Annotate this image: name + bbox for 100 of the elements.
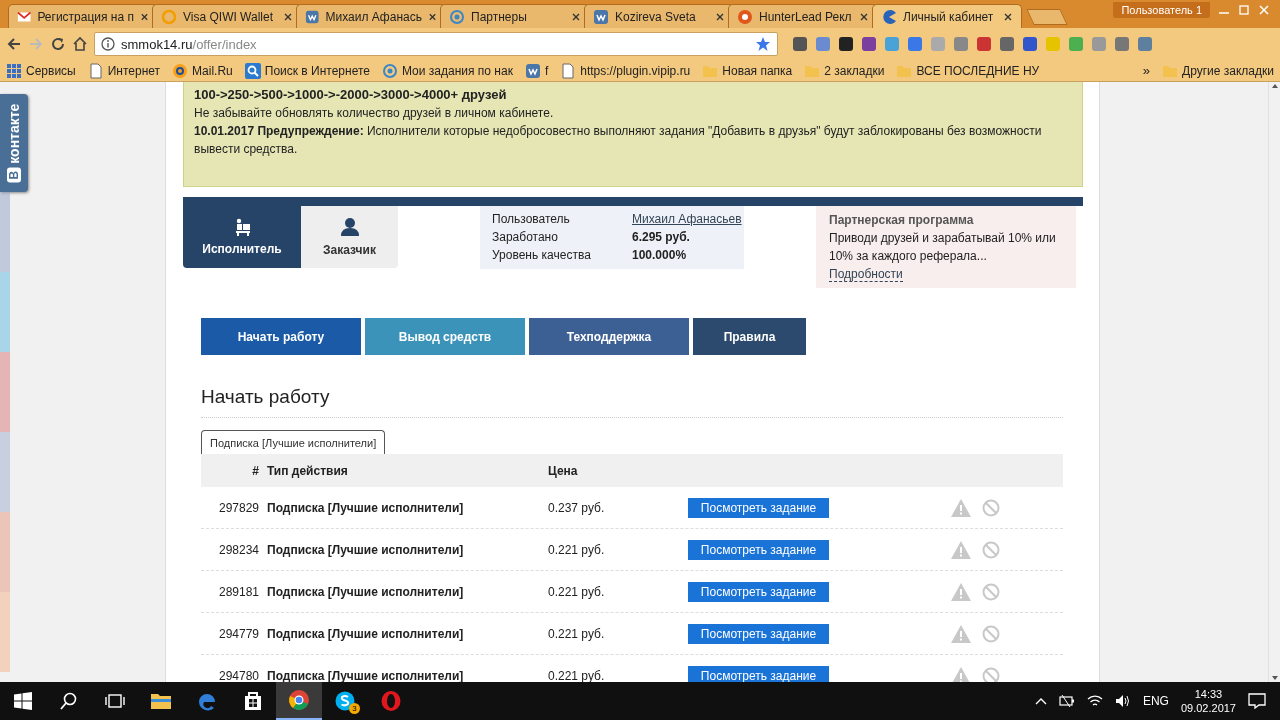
partner-title: Партнерская программа bbox=[829, 212, 975, 229]
account-value: 100.000% bbox=[632, 247, 688, 264]
bookmark-link[interactable]: Сервисы bbox=[26, 63, 76, 78]
battery-icon[interactable] bbox=[1058, 694, 1075, 708]
nav-button[interactable]: Начать работу bbox=[201, 318, 361, 355]
role-tab[interactable]: Заказчик bbox=[301, 206, 398, 268]
wifi-icon[interactable] bbox=[1086, 694, 1103, 708]
close-icon[interactable] bbox=[1003, 11, 1013, 22]
windows-start-icon[interactable] bbox=[14, 692, 32, 710]
bookmark-link[interactable]: Mail.Ru bbox=[192, 63, 233, 78]
notifications-icon[interactable] bbox=[1248, 693, 1266, 709]
tab-title: HunterLead Рекл bbox=[759, 9, 853, 24]
account-label: Заработано bbox=[492, 229, 559, 246]
details-link[interactable]: Подробности bbox=[829, 267, 903, 282]
ring-icon bbox=[161, 8, 177, 25]
target-icon bbox=[449, 8, 465, 25]
notice-text: Не забывайте обновлять количество друзей в личном кабинете. bbox=[194, 105, 555, 122]
close-icon[interactable] bbox=[715, 11, 725, 22]
role-tab[interactable]: Исполнитель bbox=[183, 205, 301, 268]
chevron-up-icon[interactable] bbox=[1034, 696, 1047, 706]
home-icon[interactable] bbox=[72, 36, 88, 52]
view-task-button[interactable]: Посмотреть задание bbox=[688, 539, 829, 560]
tab-title: Личный кабинет bbox=[903, 9, 995, 24]
profile-button[interactable]: Пользователь 1 bbox=[1113, 2, 1210, 18]
vk-icon bbox=[593, 8, 609, 25]
star-icon[interactable] bbox=[755, 36, 771, 52]
task-id: 297829 bbox=[217, 500, 260, 515]
browser-tab[interactable]: Личный кабинет bbox=[872, 4, 1022, 28]
bookmark-link[interactable]: ВСЕ ПОСЛЕДНИЕ НУ bbox=[916, 63, 1040, 78]
task-type: Подписка [Лучшие исполнители] bbox=[267, 500, 465, 515]
task-type: Подписка [Лучшие исполнители] bbox=[267, 668, 465, 682]
nav-button[interactable]: Правила bbox=[693, 318, 806, 355]
task-id: 289181 bbox=[217, 584, 260, 599]
tab-title: Михаил Афанась bbox=[325, 9, 422, 24]
social-label: контакте bbox=[6, 103, 22, 164]
category-tab[interactable]: Подписка [Лучшие исполнители] bbox=[201, 430, 386, 454]
account-label: Уровень качества bbox=[492, 247, 592, 264]
scrollbar[interactable] bbox=[1268, 82, 1280, 682]
bookmark-link[interactable]: Поиск в Интернете bbox=[264, 63, 370, 78]
close-icon[interactable] bbox=[427, 11, 437, 22]
address-bar[interactable]: smmok14.ru/offer/index bbox=[94, 32, 778, 56]
view-task-button[interactable]: Посмотреть задание bbox=[688, 665, 829, 682]
notice-text: 100->250->500->1000->-2000->3000->4000+ друзей bbox=[194, 86, 508, 104]
view-task-button[interactable]: Посмотреть задание bbox=[688, 581, 829, 602]
task-id: 298234 bbox=[217, 542, 260, 557]
search-icon bbox=[244, 62, 261, 79]
new-tab-button[interactable] bbox=[1026, 9, 1068, 25]
info-icon[interactable] bbox=[101, 37, 115, 51]
task-type: Подписка [Лучшие исполнители] bbox=[267, 626, 465, 641]
task-type: Подписка [Лучшие исполнители] bbox=[267, 542, 465, 557]
bookmark-link[interactable]: Другие закладки bbox=[1182, 63, 1274, 78]
skype-icon[interactable] bbox=[334, 690, 356, 712]
opera-icon[interactable] bbox=[380, 690, 402, 712]
column-header: Тип действия bbox=[267, 463, 349, 478]
page-icon bbox=[560, 62, 577, 79]
column-header: Цена bbox=[548, 463, 579, 478]
task-price: 0.221 руб. bbox=[548, 542, 606, 557]
extension-icon[interactable] bbox=[838, 36, 854, 52]
close-icon[interactable] bbox=[859, 11, 869, 22]
task-type: Подписка [Лучшие исполнители] bbox=[267, 584, 465, 599]
vk-icon bbox=[524, 62, 541, 79]
bookmark-link[interactable]: Интернет bbox=[107, 63, 161, 78]
task-view-icon[interactable] bbox=[105, 693, 125, 709]
bookmark-link[interactable]: https://plugin.vipip.ru bbox=[580, 63, 691, 78]
store-bag-icon[interactable] bbox=[242, 690, 264, 712]
tab-title: Visa QIWI Wallet bbox=[183, 9, 275, 24]
more-bookmarks-button[interactable]: » bbox=[1142, 63, 1151, 78]
bookmark-link[interactable]: 2 закладки bbox=[824, 63, 885, 78]
bookmark-link[interactable]: Мои задания по нак bbox=[401, 63, 513, 78]
clock[interactable]: 14:33 09.02.2017 bbox=[1180, 687, 1236, 715]
extension-icon[interactable] bbox=[861, 36, 877, 52]
bookmark-link[interactable]: Новая папка bbox=[722, 63, 793, 78]
view-task-button[interactable]: Посмотреть задание bbox=[688, 623, 829, 644]
at-icon bbox=[172, 62, 189, 79]
search-icon[interactable] bbox=[60, 692, 78, 710]
chrome-icon[interactable] bbox=[288, 689, 310, 711]
account-label: Пользователь bbox=[492, 211, 571, 228]
speaker-icon[interactable] bbox=[1114, 694, 1131, 708]
section-title: Начать работу bbox=[201, 386, 1063, 418]
back-arrow-icon[interactable] bbox=[6, 36, 22, 52]
tab-title: Регистрация на п bbox=[37, 9, 134, 24]
notification-badge: 3 bbox=[349, 703, 360, 714]
reload-icon[interactable] bbox=[50, 36, 66, 52]
close-icon[interactable] bbox=[283, 11, 293, 22]
user-link[interactable]: Михаил Афанасьев bbox=[632, 211, 752, 228]
tab-title: Партнеры bbox=[471, 9, 528, 24]
close-icon[interactable] bbox=[140, 11, 149, 22]
restore-icon[interactable] bbox=[1238, 4, 1250, 16]
page-icon bbox=[87, 62, 104, 79]
account-value: 6.295 руб. bbox=[632, 229, 691, 246]
language-indicator[interactable]: ENG bbox=[1142, 694, 1169, 708]
extension-icon[interactable] bbox=[792, 36, 808, 52]
bookmark-link[interactable]: f bbox=[544, 63, 549, 78]
close-icon[interactable] bbox=[571, 11, 581, 22]
url-text: smmok14.ru/offer/index bbox=[121, 36, 257, 52]
task-price: 0.221 руб. bbox=[548, 668, 606, 682]
social-tab[interactable]: В контакте bbox=[0, 94, 28, 192]
view-task-button[interactable]: Посмотреть задание bbox=[688, 497, 829, 518]
social-logo: В bbox=[7, 167, 21, 183]
nav-button[interactable]: Техподдержка bbox=[529, 318, 689, 355]
